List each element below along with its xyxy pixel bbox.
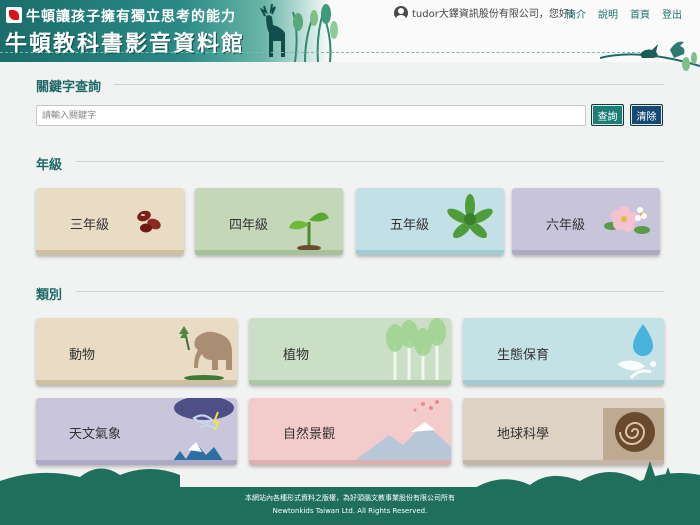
top-nav: 簡介 說明 首頁 登出 bbox=[566, 6, 682, 21]
card-bottom-bar bbox=[36, 380, 237, 385]
grade-card-label: 四年級 bbox=[229, 218, 269, 233]
newton-logo-icon[interactable] bbox=[6, 7, 22, 23]
header-divider bbox=[0, 52, 640, 53]
trees-icon bbox=[386, 318, 446, 385]
card-bottom-bar bbox=[195, 250, 343, 255]
beans-icon bbox=[137, 210, 161, 233]
section-divider bbox=[114, 84, 664, 85]
category-card-label: 植物 bbox=[283, 348, 310, 363]
card-bottom-bar bbox=[36, 250, 184, 255]
category-card-ecology[interactable]: 生態保育 bbox=[463, 318, 664, 385]
grade-card-3[interactable]: 三年級 bbox=[36, 188, 184, 255]
grade-card-6[interactable]: 六年級 bbox=[512, 188, 660, 255]
water-drop-icon bbox=[617, 324, 656, 379]
sprout-icon bbox=[289, 212, 329, 250]
birds-branch-icon bbox=[600, 41, 700, 71]
category-card-label: 自然景觀 bbox=[283, 427, 336, 442]
grade-card-5[interactable]: 五年級 bbox=[356, 188, 504, 255]
keyword-search-title: 關鍵字查詢 bbox=[36, 80, 102, 95]
grade-section-title: 年級 bbox=[36, 158, 63, 173]
category-card-label: 地球科學 bbox=[497, 427, 550, 442]
section-divider bbox=[76, 161, 664, 162]
user-greeting: tudor大鐸資訊股份有限公司，您好！ bbox=[394, 5, 579, 20]
site-header: 牛頓讓孩子擁有獨立思考的能力 牛頓教科書影音資料館 tudor大鐸資訊股份有限公… bbox=[0, 0, 700, 62]
category-card-label: 動物 bbox=[69, 348, 96, 363]
grade-card-label: 五年級 bbox=[390, 218, 430, 233]
section-divider bbox=[76, 291, 664, 292]
card-bottom-bar bbox=[356, 250, 504, 255]
category-card-label: 生態保育 bbox=[497, 348, 550, 363]
category-section-title: 類別 bbox=[36, 288, 63, 303]
footer-copyright-en: Newtonkids Taiwan Ltd. All Rights Reserv… bbox=[272, 507, 428, 515]
site-title[interactable]: 牛頓教科書影音資料館 bbox=[5, 26, 245, 58]
footer-copyright-zh: 本網站內各種形式資料之版權，為好頭腦文教事業股份有限公司所有 bbox=[245, 494, 455, 502]
grade-card-label: 六年級 bbox=[546, 218, 586, 233]
category-card-animals[interactable]: 動物 bbox=[36, 318, 237, 385]
leaves-icon bbox=[447, 194, 493, 239]
user-avatar-icon bbox=[394, 5, 408, 20]
category-card-label: 天文氣象 bbox=[69, 427, 122, 442]
keyword-search-input[interactable] bbox=[36, 105, 586, 126]
clear-button[interactable]: 清除 bbox=[630, 104, 663, 126]
search-button[interactable]: 查詢 bbox=[591, 104, 624, 126]
nav-home-link[interactable]: 首頁 bbox=[630, 6, 650, 21]
nav-help-link[interactable]: 說明 bbox=[598, 6, 618, 21]
card-bottom-bar bbox=[249, 380, 451, 385]
greeting-text: tudor大鐸資訊股份有限公司，您好！ bbox=[412, 9, 579, 20]
site-footer: 本網站內各種形式資料之版權，為好頭腦文教事業股份有限公司所有 Newtonkid… bbox=[0, 487, 700, 525]
site-slogan: 牛頓讓孩子擁有獨立思考的能力 bbox=[26, 9, 236, 25]
grade-card-4[interactable]: 四年級 bbox=[195, 188, 343, 255]
footer-forest-art bbox=[0, 461, 700, 491]
category-card-plants[interactable]: 植物 bbox=[249, 318, 451, 385]
flowers-icon bbox=[604, 206, 650, 234]
nav-about-link[interactable]: 簡介 bbox=[566, 6, 586, 21]
card-bottom-bar bbox=[512, 250, 660, 255]
grade-card-label: 三年級 bbox=[70, 218, 110, 233]
card-bottom-bar bbox=[463, 380, 664, 385]
nav-logout-link[interactable]: 登出 bbox=[662, 6, 682, 21]
elephant-icon bbox=[179, 326, 232, 380]
